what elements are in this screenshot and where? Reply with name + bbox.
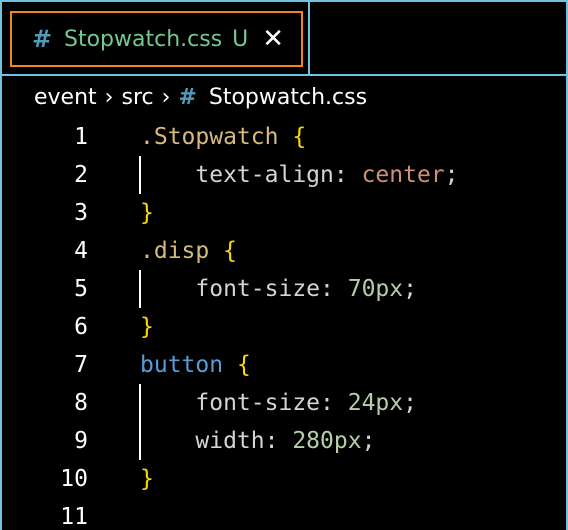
- code-text: }: [140, 466, 154, 492]
- code-line[interactable]: 6}: [2, 308, 562, 346]
- chevron-right-icon: ›: [104, 84, 114, 110]
- line-number: 10: [60, 466, 88, 492]
- tab-title: Stopwatch.css: [64, 26, 223, 52]
- tab-divider: [308, 2, 310, 74]
- css-file-icon: #: [32, 25, 53, 53]
- code-token: center: [361, 162, 445, 188]
- line-number: 2: [74, 162, 88, 188]
- code-token: font-size: [140, 276, 321, 302]
- code-line[interactable]: 5 font-size: 70px;: [2, 270, 562, 308]
- code-line[interactable]: 2 text-align: center;: [2, 156, 562, 194]
- line-number: 4: [74, 238, 88, 264]
- code-text: }: [140, 200, 154, 226]
- chevron-right-icon: ›: [161, 84, 171, 110]
- code-token: {: [223, 238, 237, 264]
- code-token: }: [140, 314, 154, 340]
- code-token: ;: [403, 276, 417, 302]
- code-text: button {: [140, 352, 251, 378]
- line-number: 11: [60, 504, 88, 530]
- code-line[interactable]: 10}: [2, 460, 562, 498]
- breadcrumb-item-file[interactable]: Stopwatch.css: [209, 85, 367, 110]
- code-token: width: [140, 428, 265, 454]
- code-line[interactable]: 1 .Stopwatch {: [2, 118, 562, 156]
- code-token: .disp: [140, 238, 224, 264]
- code-token: .Stopwatch: [140, 124, 293, 150]
- code-token: ;: [361, 428, 376, 454]
- code-line[interactable]: 8 font-size: 24px;: [2, 384, 562, 422]
- code-token: ;: [403, 390, 417, 416]
- untracked-status-badge: U: [232, 26, 249, 52]
- code-token: :: [333, 162, 362, 188]
- code-token: ;: [444, 162, 459, 188]
- code-text: font-size: 24px;: [140, 390, 417, 416]
- line-number: 7: [74, 352, 88, 378]
- breadcrumb-item-src[interactable]: src: [121, 85, 153, 110]
- close-icon[interactable]: ✕: [262, 26, 284, 52]
- code-token: text-align: [140, 162, 334, 188]
- code-line[interactable]: 4 .disp {: [2, 232, 562, 270]
- tab-bar: # Stopwatch.css U ✕: [0, 0, 568, 74]
- code-line[interactable]: 11: [2, 498, 562, 530]
- code-token: }: [140, 200, 154, 226]
- code-text: .Stopwatch {: [140, 124, 306, 150]
- code-line[interactable]: 9 width: 280px;: [2, 422, 562, 460]
- code-token: {: [292, 124, 307, 150]
- code-line[interactable]: 7 button {: [2, 346, 562, 384]
- breadcrumb: event › src › # Stopwatch.css: [0, 74, 568, 118]
- code-line[interactable]: 3}: [2, 194, 562, 232]
- code-token: :: [320, 276, 348, 302]
- code-text: width: 280px;: [140, 428, 375, 454]
- code-token: 280px: [292, 428, 362, 454]
- code-token: 70px: [347, 276, 404, 302]
- line-number: 5: [74, 276, 88, 302]
- code-token: :: [264, 428, 293, 454]
- line-number: 8: [74, 390, 88, 416]
- line-number: 1: [74, 124, 88, 150]
- code-text: }: [140, 314, 154, 340]
- code-token: button: [140, 352, 237, 378]
- breadcrumb-item-event[interactable]: event: [34, 85, 97, 110]
- code-text: font-size: 70px;: [140, 276, 417, 302]
- code-text: text-align: center;: [140, 162, 459, 188]
- line-number: 9: [74, 428, 88, 454]
- code-text: .disp {: [140, 238, 237, 264]
- css-file-icon: #: [178, 84, 197, 110]
- code-token: 24px: [347, 390, 404, 416]
- code-token: font-size: [140, 390, 321, 416]
- tab-stopwatch-css[interactable]: # Stopwatch.css U ✕: [10, 11, 303, 67]
- line-number: 3: [74, 200, 88, 226]
- code-token: :: [320, 390, 348, 416]
- code-editor[interactable]: 1 .Stopwatch {2 text-align: center; 3} 4 .di…: [0, 118, 568, 530]
- code-token: {: [236, 352, 251, 378]
- line-number: 6: [74, 314, 88, 340]
- code-token: }: [140, 466, 154, 492]
